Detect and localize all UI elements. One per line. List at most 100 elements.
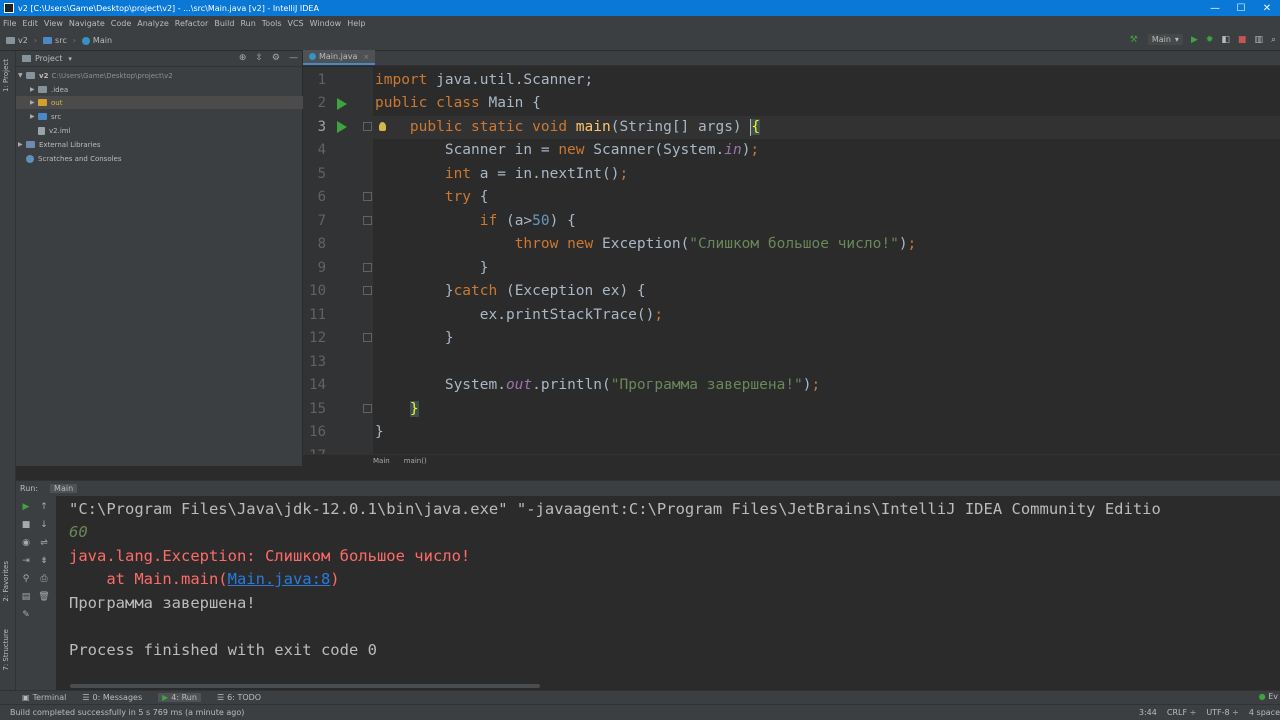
close-button[interactable]: ✕ — [1254, 3, 1280, 14]
code-line-16[interactable]: } — [375, 421, 384, 444]
code-line-3[interactable]: public static void main(String[] args) { — [375, 116, 761, 139]
camera-icon[interactable]: ◉ — [20, 538, 32, 548]
collapse-all-icon[interactable]: ⇳ — [255, 53, 263, 63]
print-icon[interactable]: ⎙ — [38, 574, 50, 584]
stop-icon[interactable]: ■ — [20, 520, 32, 530]
debug-icon[interactable]: ✹ — [1206, 35, 1214, 45]
console-horizontal-scrollbar[interactable] — [70, 684, 540, 688]
search-icon[interactable]: ⌕ — [1271, 35, 1276, 45]
fold-marker-icon[interactable] — [363, 122, 372, 131]
code-line-2[interactable]: public class Main { — [375, 92, 541, 115]
run-class-gutter-icon[interactable] — [337, 98, 347, 110]
expand-arrow-icon[interactable]: ▶ — [30, 113, 38, 120]
code-line-9[interactable]: } — [375, 257, 489, 280]
chevron-down-icon[interactable]: ▾ — [68, 55, 72, 63]
menu-help[interactable]: Help — [347, 19, 365, 28]
status-message[interactable]: Build completed successfully in 5 s 769 … — [10, 708, 1139, 717]
menu-run[interactable]: Run — [240, 19, 255, 28]
coverage-icon[interactable]: ◧ — [1221, 35, 1230, 45]
code-line-13[interactable] — [375, 351, 384, 374]
file-encoding[interactable]: UTF-8 ÷ — [1206, 708, 1239, 717]
code-line-5[interactable]: int a = in.nextInt(); — [375, 163, 628, 186]
menu-tools[interactable]: Tools — [262, 19, 282, 28]
breadcrumb-project[interactable]: v2 › — [6, 36, 37, 45]
expand-arrow-icon[interactable]: ▶ — [18, 141, 26, 148]
layout-icon[interactable]: ▤ — [20, 592, 32, 602]
run-tab-main[interactable]: Main — [50, 484, 78, 493]
pin-tab-icon[interactable]: ✎ — [20, 610, 32, 620]
menu-refactor[interactable]: Refactor — [175, 19, 209, 28]
fold-marker-icon[interactable] — [363, 286, 372, 295]
scroll-end-icon[interactable]: ⇟ — [38, 556, 50, 566]
menu-vcs[interactable]: VCS — [288, 19, 304, 28]
breadcrumb-src[interactable]: src › — [43, 36, 76, 45]
menu-view[interactable]: View — [44, 19, 63, 28]
rerun-icon[interactable]: ▶ — [20, 502, 32, 512]
tree-item-src[interactable]: ▶ src — [16, 110, 303, 123]
menu-edit[interactable]: Edit — [22, 19, 38, 28]
expand-arrow-icon[interactable]: ▶ — [30, 86, 38, 93]
code-line-6[interactable]: try { — [375, 186, 489, 209]
fold-marker-icon[interactable] — [363, 216, 372, 225]
build-hammer-icon[interactable]: ⚒ — [1130, 35, 1138, 45]
menu-navigate[interactable]: Navigate — [69, 19, 105, 28]
expand-arrow-icon[interactable]: ▶ — [30, 99, 38, 106]
tree-item-v2-iml[interactable]: v2.iml — [16, 124, 303, 137]
menu-build[interactable]: Build — [214, 19, 234, 28]
tool-tab-terminal[interactable]: ▣ Terminal — [22, 693, 66, 702]
code-line-11[interactable]: ex.printStackTrace(); — [375, 304, 663, 327]
code-line-8[interactable]: throw new Exception("Слишком большое чис… — [375, 233, 917, 256]
gear-icon[interactable]: ⚙ — [272, 53, 280, 63]
favorites-tool-tab[interactable]: 2: Favorites — [2, 561, 10, 602]
stacktrace-link[interactable]: Main.java:8 — [228, 570, 331, 588]
tree-item-out[interactable]: ▶ out — [16, 96, 303, 109]
run-method-gutter-icon[interactable] — [337, 121, 347, 133]
maximize-button[interactable]: ☐ — [1228, 3, 1254, 14]
run-configuration-select[interactable]: Main ▾ — [1147, 34, 1183, 45]
structure-tool-tab[interactable]: 7: Structure — [2, 629, 10, 671]
code-line-10[interactable]: }catch (Exception ex) { — [375, 280, 646, 303]
tree-item-v2[interactable]: ▼ v2 C:\Users\Game\Desktop\project\v2 — [16, 69, 303, 82]
run-icon[interactable]: ▶ — [1191, 35, 1198, 45]
exit-icon[interactable]: ⇥ — [20, 556, 32, 566]
fold-marker-icon[interactable] — [363, 333, 372, 342]
close-tab-icon[interactable]: × — [363, 53, 369, 61]
fold-marker-icon[interactable] — [363, 404, 372, 413]
locate-target-icon[interactable]: ⊕ — [239, 53, 247, 63]
editor-crumb-method[interactable]: main() — [404, 457, 427, 465]
expand-arrow-icon[interactable]: ▼ — [18, 72, 26, 79]
tree-item-external-libraries[interactable]: ▶ External Libraries — [16, 138, 303, 151]
console-output[interactable]: "C:\Program Files\Java\jdk-12.0.1\bin\ja… — [69, 496, 1280, 676]
tool-tab-messages[interactable]: ☰ 0: Messages — [82, 693, 142, 702]
menu-window[interactable]: Window — [310, 19, 342, 28]
code-line-15[interactable]: } — [375, 398, 419, 421]
fold-marker-icon[interactable] — [363, 192, 372, 201]
stop-icon[interactable]: ■ — [1238, 35, 1247, 45]
event-log-tab[interactable]: ● Ev — [1259, 692, 1278, 701]
fold-marker-icon[interactable] — [363, 263, 372, 272]
hide-panel-icon[interactable]: — — [289, 53, 298, 63]
menu-file[interactable]: File — [3, 19, 16, 28]
code-line-4[interactable]: Scanner in = new Scanner(System.in); — [375, 139, 759, 162]
caret-position[interactable]: 3:44 — [1139, 708, 1157, 717]
code-line-7[interactable]: if (a>50) { — [375, 210, 576, 233]
project-panel-title[interactable]: Project — [35, 54, 62, 63]
soft-wrap-icon[interactable]: ⇌ — [38, 538, 50, 548]
tool-tab-todo[interactable]: ☰ 6: TODO — [217, 693, 261, 702]
tree-item-idea[interactable]: ▶ .idea — [16, 83, 303, 96]
scroll-up-icon[interactable]: ↑ — [38, 502, 50, 512]
tab-main-java[interactable]: Main.java × — [303, 50, 376, 65]
layout-icon[interactable]: ▥ — [1254, 35, 1263, 45]
menu-code[interactable]: Code — [111, 19, 131, 28]
code-line-12[interactable]: } — [375, 327, 454, 350]
minimize-button[interactable]: — — [1202, 3, 1228, 14]
tool-tab-run[interactable]: ▶ 4: Run — [158, 693, 201, 702]
pin-icon[interactable]: ⚲ — [20, 574, 32, 584]
trash-icon[interactable]: 🗑 — [38, 592, 50, 602]
indent-setting[interactable]: 4 space — [1249, 708, 1280, 717]
project-tool-tab[interactable]: 1: Project — [2, 59, 10, 92]
editor-crumb-class[interactable]: Main — [373, 457, 390, 465]
tree-item-scratches[interactable]: Scratches and Consoles — [16, 152, 303, 165]
code-line-14[interactable]: System.out.println("Программа завершена!… — [375, 374, 820, 397]
line-separator[interactable]: CRLF ÷ — [1167, 708, 1196, 717]
